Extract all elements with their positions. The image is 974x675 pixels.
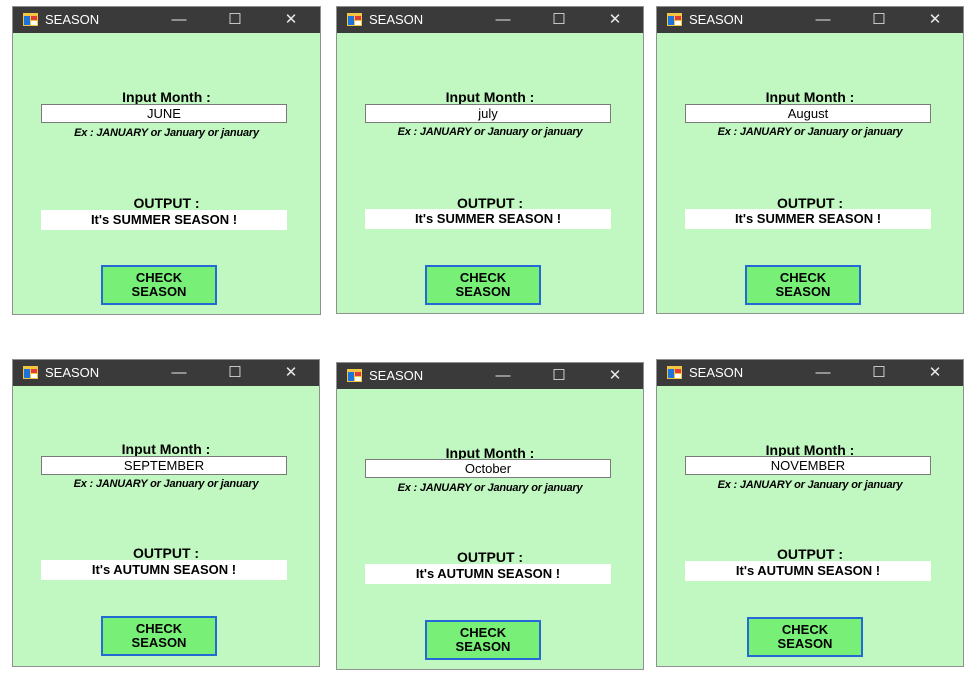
- output-label: OUTPUT :: [776, 546, 844, 562]
- title-bar[interactable]: SEASON — ☐ ✕: [13, 360, 319, 386]
- app-icon: [347, 369, 362, 382]
- app-icon: [23, 366, 38, 379]
- input-month-label: Input Month :: [121, 441, 211, 457]
- season-result: It's AUTUMN SEASON !: [41, 560, 287, 580]
- app-icon: [667, 13, 682, 26]
- check-season-button[interactable]: CHECK SEASON: [101, 616, 217, 656]
- maximize-button[interactable]: ☐: [854, 7, 904, 33]
- button-line1: CHECK: [781, 622, 829, 637]
- output-label: OUTPUT :: [133, 195, 200, 211]
- button-line1: CHECK: [459, 270, 507, 285]
- format-hint: Ex : JANUARY or January or january: [717, 126, 903, 138]
- maximize-button[interactable]: ☐: [534, 363, 584, 389]
- check-season-button[interactable]: CHECK SEASON: [425, 620, 541, 660]
- title-bar[interactable]: SEASON — ☐ ✕: [657, 7, 963, 33]
- format-hint: Ex : JANUARY or January or january: [397, 482, 583, 494]
- format-hint: Ex : JANUARY or January or january: [73, 478, 259, 490]
- window-title: SEASON: [45, 12, 100, 27]
- season-window: SEASON — ☐ ✕ Input Month : Ex : JANUARY …: [12, 6, 321, 315]
- minimize-button[interactable]: —: [798, 7, 848, 33]
- minimize-button[interactable]: —: [798, 360, 848, 386]
- button-line1: CHECK: [135, 270, 183, 285]
- window-title: SEASON: [689, 365, 744, 380]
- title-bar[interactable]: SEASON — ☐ ✕: [337, 363, 643, 389]
- button-line2: SEASON: [131, 284, 187, 299]
- minimize-button[interactable]: —: [478, 363, 528, 389]
- season-result: It's SUMMER SEASON !: [685, 209, 931, 229]
- button-line2: SEASON: [455, 284, 511, 299]
- minimize-button[interactable]: —: [154, 7, 204, 33]
- format-hint: Ex : JANUARY or January or january: [74, 127, 259, 139]
- title-bar[interactable]: SEASON — ☐ ✕: [13, 7, 320, 33]
- month-input[interactable]: [41, 104, 287, 123]
- title-bar[interactable]: SEASON — ☐ ✕: [657, 360, 963, 386]
- window-title: SEASON: [369, 12, 424, 27]
- input-month-label: Input Month :: [445, 89, 535, 105]
- title-bar[interactable]: SEASON — ☐ ✕: [337, 7, 643, 33]
- button-line2: SEASON: [131, 635, 187, 650]
- button-line2: SEASON: [775, 284, 831, 299]
- season-window: SEASON — ☐ ✕ Input Month : Ex : JANUARY …: [336, 6, 644, 314]
- button-line1: CHECK: [135, 621, 183, 636]
- season-result: It's SUMMER SEASON !: [41, 210, 287, 230]
- button-line1: CHECK: [779, 270, 827, 285]
- button-line2: SEASON: [455, 639, 511, 654]
- season-window: SEASON — ☐ ✕ Input Month : Ex : JANUARY …: [656, 359, 964, 667]
- minimize-button[interactable]: —: [478, 7, 528, 33]
- app-icon: [667, 366, 682, 379]
- output-label: OUTPUT :: [456, 549, 524, 565]
- output-label: OUTPUT :: [132, 545, 200, 561]
- month-input[interactable]: [41, 456, 287, 475]
- check-season-button[interactable]: CHECK SEASON: [101, 265, 217, 305]
- season-result: It's SUMMER SEASON !: [365, 209, 611, 229]
- month-input[interactable]: [365, 459, 611, 478]
- button-line1: CHECK: [459, 625, 507, 640]
- input-month-label: Input Month :: [765, 89, 855, 105]
- check-season-button[interactable]: CHECK SEASON: [745, 265, 861, 305]
- month-input[interactable]: [685, 104, 931, 123]
- check-season-button[interactable]: CHECK SEASON: [747, 617, 863, 657]
- season-window: SEASON — ☐ ✕ Input Month : Ex : JANUARY …: [12, 359, 320, 667]
- close-button[interactable]: ✕: [266, 360, 316, 386]
- month-input[interactable]: [685, 456, 931, 475]
- maximize-button[interactable]: ☐: [854, 360, 904, 386]
- close-button[interactable]: ✕: [910, 7, 960, 33]
- maximize-button[interactable]: ☐: [534, 7, 584, 33]
- window-title: SEASON: [369, 368, 424, 383]
- app-icon: [23, 13, 38, 26]
- app-icon: [347, 13, 362, 26]
- season-result: It's AUTUMN SEASON !: [685, 561, 931, 581]
- season-result: It's AUTUMN SEASON !: [365, 564, 611, 584]
- window-title: SEASON: [689, 12, 744, 27]
- check-season-button[interactable]: CHECK SEASON: [425, 265, 541, 305]
- close-button[interactable]: ✕: [910, 360, 960, 386]
- format-hint: Ex : JANUARY or January or january: [397, 126, 583, 138]
- input-month-label: Input Month :: [122, 89, 211, 105]
- maximize-button[interactable]: ☐: [210, 360, 260, 386]
- maximize-button[interactable]: ☐: [210, 7, 260, 33]
- month-input[interactable]: [365, 104, 611, 123]
- format-hint: Ex : JANUARY or January or january: [717, 479, 903, 491]
- button-line2: SEASON: [777, 636, 833, 651]
- close-button[interactable]: ✕: [590, 7, 640, 33]
- close-button[interactable]: ✕: [590, 363, 640, 389]
- season-window: SEASON — ☐ ✕ Input Month : Ex : JANUARY …: [656, 6, 964, 314]
- season-window: SEASON — ☐ ✕ Input Month : Ex : JANUARY …: [336, 362, 644, 670]
- close-button[interactable]: ✕: [266, 7, 316, 33]
- minimize-button[interactable]: —: [154, 360, 204, 386]
- window-title: SEASON: [45, 365, 100, 380]
